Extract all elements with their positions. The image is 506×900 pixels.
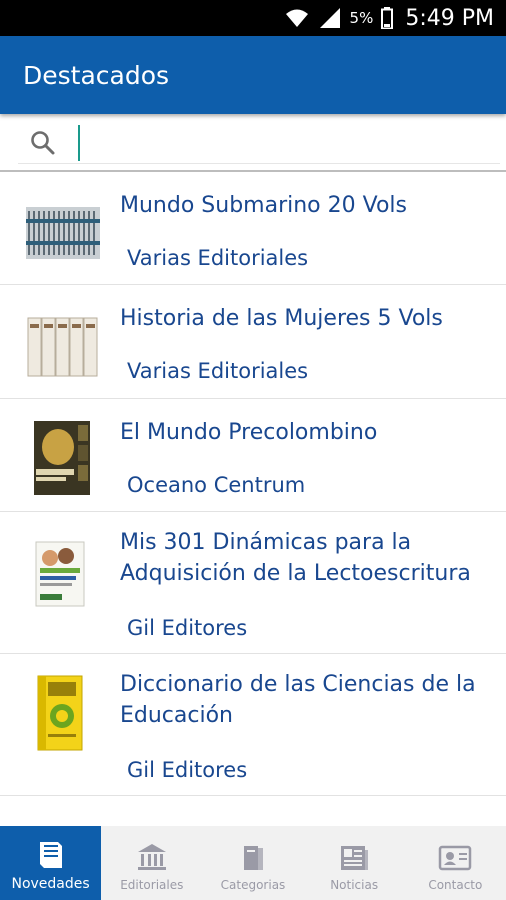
clock: 5:49 PM [405, 5, 494, 31]
search-bar [0, 116, 506, 172]
nav-tab-contacto[interactable]: Contacto [405, 826, 506, 900]
contact-card-icon [439, 845, 472, 871]
battery-icon [381, 7, 394, 29]
featured-list: Mundo Submarino 20 Vols Varias Editorial… [0, 172, 506, 796]
signal-icon [319, 8, 340, 28]
search-icon [31, 131, 55, 155]
book-cover-image [37, 675, 83, 751]
status-bar: 5% 5:49 PM [0, 0, 506, 36]
wifi-icon [285, 9, 308, 27]
page-title: Destacados [23, 60, 170, 90]
nav-label: Contacto [428, 878, 483, 892]
item-title: El Mundo Precolombino [120, 420, 378, 445]
nav-label: Editoriales [120, 878, 184, 892]
nav-tab-editoriales[interactable]: Editoriales [101, 826, 202, 900]
nav-label: Noticias [330, 878, 379, 892]
item-title: Diccionario de las Ciencias de la Educac… [120, 672, 476, 728]
battery-percentage: 5% [349, 9, 374, 27]
list-item[interactable]: El Mundo Precolombino Oceano Centrum [0, 399, 506, 512]
nav-tab-noticias[interactable]: Noticias [304, 826, 405, 900]
app-bar: Destacados [0, 36, 506, 114]
item-publisher: Gil Editores [127, 616, 248, 640]
item-title: Historia de las Mujeres 5 Vols [120, 306, 443, 331]
book-cover-image [35, 541, 85, 607]
item-publisher: Varias Editoriales [127, 246, 309, 270]
search-input[interactable] [78, 125, 488, 161]
book-cover-image [27, 317, 98, 377]
bottom-navigation: Novedades Editoriales Categorias Noticia… [0, 826, 506, 900]
book-cover-image [26, 207, 100, 259]
list-item[interactable]: Mis 301 Dinámicas para la Adquisición de… [0, 512, 506, 654]
nav-label: Novedades [11, 876, 90, 892]
nav-tab-novedades[interactable]: Novedades [0, 826, 102, 900]
institution-icon [137, 844, 166, 870]
book-cover-image [34, 421, 90, 495]
item-publisher: Gil Editores [127, 758, 248, 782]
item-publisher: Varias Editoriales [127, 359, 309, 383]
item-title: Mis 301 Dinámicas para la Adquisición de… [120, 530, 471, 586]
nav-label: Categorias [220, 878, 286, 892]
item-title: Mundo Submarino 20 Vols [120, 193, 407, 218]
books-icon [243, 846, 263, 870]
search-underline [18, 163, 500, 164]
list-item[interactable]: Historia de las Mujeres 5 Vols Varias Ed… [0, 285, 506, 399]
item-publisher: Oceano Centrum [127, 473, 306, 497]
book-icon [39, 842, 62, 868]
list-item[interactable]: Diccionario de las Ciencias de la Educac… [0, 654, 506, 796]
newspaper-icon [341, 846, 369, 870]
list-item[interactable]: Mundo Submarino 20 Vols Varias Editorial… [0, 172, 506, 285]
nav-tab-categorias[interactable]: Categorias [202, 826, 303, 900]
